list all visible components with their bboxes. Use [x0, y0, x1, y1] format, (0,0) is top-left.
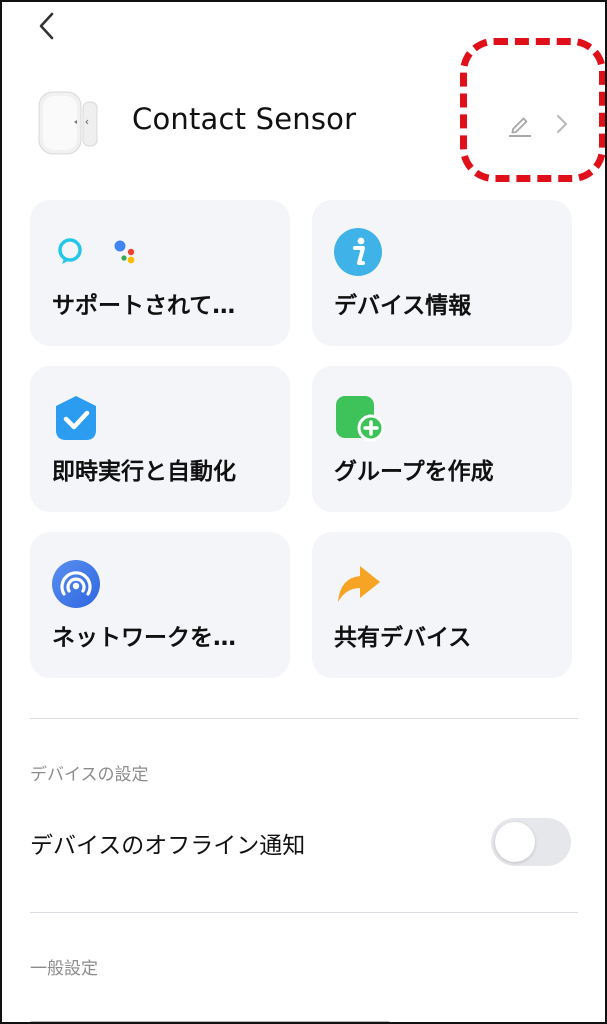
tile-network[interactable]: ネットワークを… [30, 532, 290, 678]
toggle-knob [495, 822, 535, 862]
divider [30, 912, 578, 913]
device-detail-button[interactable] [549, 110, 573, 138]
pencil-icon [509, 117, 531, 137]
screen-frame: Contact Sensor サポートされて… デバイス情報 即時実行と自動化 … [0, 0, 607, 1024]
offline-notification-toggle[interactable] [491, 818, 571, 866]
chevron-right-icon [557, 115, 567, 133]
setting-offline-notification: デバイスのオフライン通知 [30, 814, 578, 868]
tile-label: グループを作成 [334, 459, 494, 485]
tile-label: サポートされて… [52, 293, 236, 319]
divider [30, 718, 578, 719]
tile-create-group[interactable]: グループを作成 [312, 366, 572, 512]
section-heading-device-settings: デバイスの設定 [30, 765, 149, 785]
tile-label: 即時実行と自動化 [52, 459, 236, 485]
tile-automation[interactable]: 即時実行と自動化 [30, 366, 290, 512]
automation-check-icon [52, 394, 102, 444]
device-name: Contact Sensor [132, 102, 357, 136]
share-arrow-icon [334, 560, 384, 610]
tile-label: ネットワークを… [52, 625, 236, 651]
device-image [36, 88, 100, 156]
chevron-left-icon [39, 12, 54, 40]
back-button[interactable] [30, 8, 66, 44]
voice-assistants-icon [52, 228, 135, 278]
info-icon [334, 228, 384, 278]
create-group-icon [334, 394, 385, 444]
highlight-annotation [460, 38, 605, 182]
network-icon [52, 560, 102, 610]
tile-share-device[interactable]: 共有デバイス [312, 532, 572, 678]
tile-device-info[interactable]: デバイス情報 [312, 200, 572, 346]
setting-label: デバイスのオフライン通知 [30, 833, 306, 859]
tile-label: デバイス情報 [334, 293, 472, 319]
section-heading-general-settings: 一般設定 [30, 959, 98, 979]
tile-label: 共有デバイス [334, 625, 472, 651]
edit-name-button[interactable] [505, 110, 533, 138]
cut-off-row [30, 1014, 430, 1022]
tile-supported-services[interactable]: サポートされて… [30, 200, 290, 346]
